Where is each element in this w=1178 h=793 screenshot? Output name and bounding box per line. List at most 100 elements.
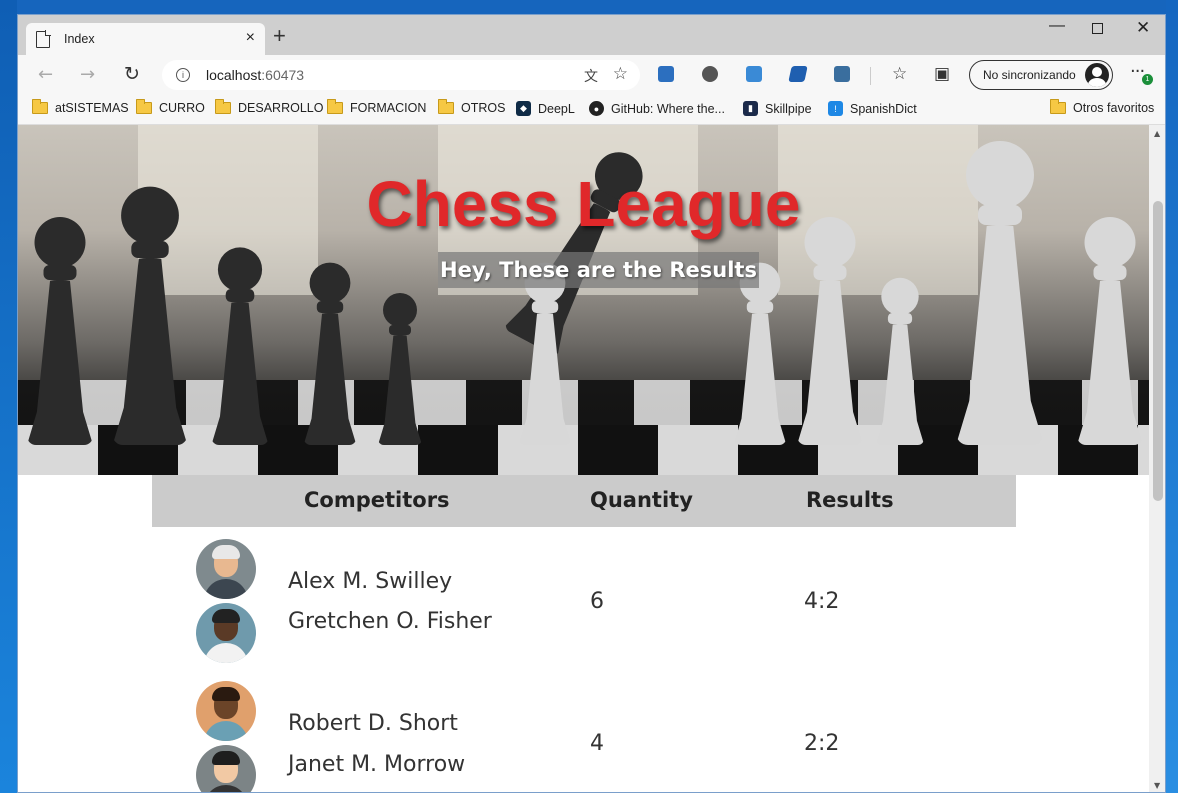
- folder-icon: [1050, 99, 1066, 114]
- folder-icon: [327, 99, 343, 114]
- title-bar: Index × + — ✕: [18, 15, 1165, 55]
- competitor-name: Alex M. Swilley: [288, 569, 453, 594]
- avatar: [196, 745, 256, 792]
- toolbar-divider: [870, 67, 871, 85]
- new-tab-button[interactable]: +: [273, 25, 286, 47]
- close-window-icon[interactable]: ✕: [1136, 18, 1150, 38]
- avatar: [196, 539, 256, 599]
- bookmark-label: DeepL: [538, 101, 575, 116]
- maximize-icon[interactable]: [1092, 23, 1103, 34]
- minimize-icon[interactable]: —: [1049, 17, 1065, 35]
- folder-icon: [136, 99, 152, 114]
- bookmark-label: CURRO: [159, 101, 205, 115]
- extension-icon[interactable]: [746, 66, 762, 82]
- favorites-icon[interactable]: ☆: [892, 64, 907, 84]
- spanishdict-icon: !: [828, 101, 843, 116]
- extension-icon[interactable]: [658, 66, 674, 82]
- page-title: Chess League: [366, 168, 801, 240]
- table-row: Robert D. Short Janet M. Morrow 4 2:2: [152, 669, 1016, 792]
- bookmark-atsistemas[interactable]: atSISTEMAS: [32, 99, 129, 115]
- translate-icon[interactable]: 文: [584, 66, 598, 86]
- folder-icon: [32, 99, 48, 114]
- bookmark-deepl[interactable]: ◆ DeepL: [516, 101, 575, 116]
- folder-icon: [215, 99, 231, 114]
- url-text: localhost:60473: [206, 67, 304, 83]
- site-info-icon[interactable]: i: [176, 68, 190, 82]
- back-icon[interactable]: ←: [38, 64, 53, 85]
- extension-icon[interactable]: [788, 66, 808, 82]
- desktop-background-left: [0, 0, 17, 793]
- competitor-name: Gretchen O. Fisher: [288, 609, 492, 634]
- bookmark-other-favorites[interactable]: Otros favoritos: [1050, 99, 1155, 115]
- chess-piece: [797, 217, 863, 445]
- url-port: :60473: [261, 67, 305, 83]
- collections-icon[interactable]: ▣: [934, 64, 950, 84]
- tab-close-icon[interactable]: ×: [246, 29, 255, 47]
- scrollbar-thumb[interactable]: [1153, 201, 1163, 501]
- skillpipe-icon: ▮: [743, 101, 758, 116]
- chess-piece: [1077, 217, 1143, 445]
- avatar: [196, 681, 256, 741]
- github-icon: ●: [589, 101, 604, 116]
- bookmark-otros[interactable]: OTROS: [438, 99, 506, 115]
- favorite-star-icon[interactable]: ☆: [613, 64, 628, 84]
- profile-button[interactable]: No sincronizando: [969, 60, 1113, 90]
- bookmark-label: OTROS: [461, 101, 506, 115]
- folder-icon: [438, 99, 454, 114]
- forward-icon[interactable]: →: [80, 64, 95, 85]
- bookmark-github[interactable]: ● GitHub: Where the...: [589, 101, 725, 116]
- reload-icon[interactable]: ↻: [124, 63, 140, 85]
- chess-piece: [518, 262, 572, 445]
- avatar: [196, 603, 256, 663]
- column-header-quantity: Quantity: [590, 488, 693, 512]
- bookmark-label: DESARROLLO: [238, 101, 324, 115]
- profile-avatar-icon: [1085, 63, 1109, 87]
- table-row: Alex M. Swilley Gretchen O. Fisher 6 4:2: [152, 527, 1016, 669]
- tab-index[interactable]: Index ×: [26, 23, 265, 55]
- tab-title: Index: [64, 32, 95, 46]
- vertical-scrollbar[interactable]: ▲ ▼: [1149, 125, 1165, 792]
- url-host: localhost: [206, 67, 262, 83]
- bookmark-label: atSISTEMAS: [55, 101, 129, 115]
- column-header-competitors: Competitors: [304, 488, 450, 512]
- chess-piece: [378, 293, 422, 445]
- address-bar[interactable]: i localhost:60473 文 ☆: [162, 60, 640, 90]
- browser-toolbar: ← → ↻ i localhost:60473 文 ☆ ☆ ▣ No sincr…: [18, 55, 1165, 95]
- page-content: Chess League Hey, These are the Results …: [18, 125, 1149, 792]
- bookmark-label: SpanishDict: [850, 101, 917, 116]
- profile-label: No sincronizando: [983, 68, 1076, 82]
- match-result: 2:2: [804, 731, 840, 756]
- match-quantity: 6: [590, 589, 604, 614]
- chess-piece: [875, 277, 925, 445]
- chess-piece: [303, 262, 357, 445]
- bookmark-label: FORMACION: [350, 101, 427, 115]
- deepl-icon: ◆: [516, 101, 531, 116]
- extension-icon[interactable]: [702, 66, 718, 82]
- bookmark-formacion[interactable]: FORMACION: [327, 99, 427, 115]
- match-result: 4:2: [804, 589, 840, 614]
- browser-window: Index × + — ✕ ← → ↻ i localhost:60473 文 …: [17, 14, 1166, 793]
- bookmarks-bar: atSISTEMAS CURRO DESARROLLO FORMACION OT…: [18, 95, 1165, 125]
- desktop-background-right: [1166, 0, 1178, 793]
- match-quantity: 4: [590, 731, 604, 756]
- bookmark-label: GitHub: Where the...: [611, 101, 725, 116]
- page-subtitle: Hey, These are the Results: [438, 252, 759, 288]
- table-header: Competitors Quantity Results: [152, 475, 1016, 527]
- desktop-background: [0, 0, 1178, 14]
- column-header-results: Results: [806, 488, 894, 512]
- competitor-name: Janet M. Morrow: [288, 752, 466, 777]
- hero-banner: Chess League Hey, These are the Results: [18, 125, 1149, 475]
- bookmark-skillpipe[interactable]: ▮ Skillpipe: [743, 101, 812, 116]
- scroll-down-icon[interactable]: ▼: [1154, 781, 1160, 790]
- page-icon: [36, 29, 51, 48]
- bookmark-desarrollo[interactable]: DESARROLLO: [215, 99, 324, 115]
- update-badge: 1: [1142, 74, 1153, 85]
- scroll-up-icon[interactable]: ▲: [1154, 129, 1160, 138]
- bookmark-curro[interactable]: CURRO: [136, 99, 205, 115]
- results-table: Competitors Quantity Results Alex M. Swi…: [152, 475, 1016, 792]
- chess-piece: [27, 217, 93, 445]
- chess-piece: [211, 247, 269, 445]
- extension-icon[interactable]: [834, 66, 850, 82]
- bookmark-label: Otros favoritos: [1073, 101, 1155, 115]
- bookmark-spanishdict[interactable]: ! SpanishDict: [828, 101, 917, 116]
